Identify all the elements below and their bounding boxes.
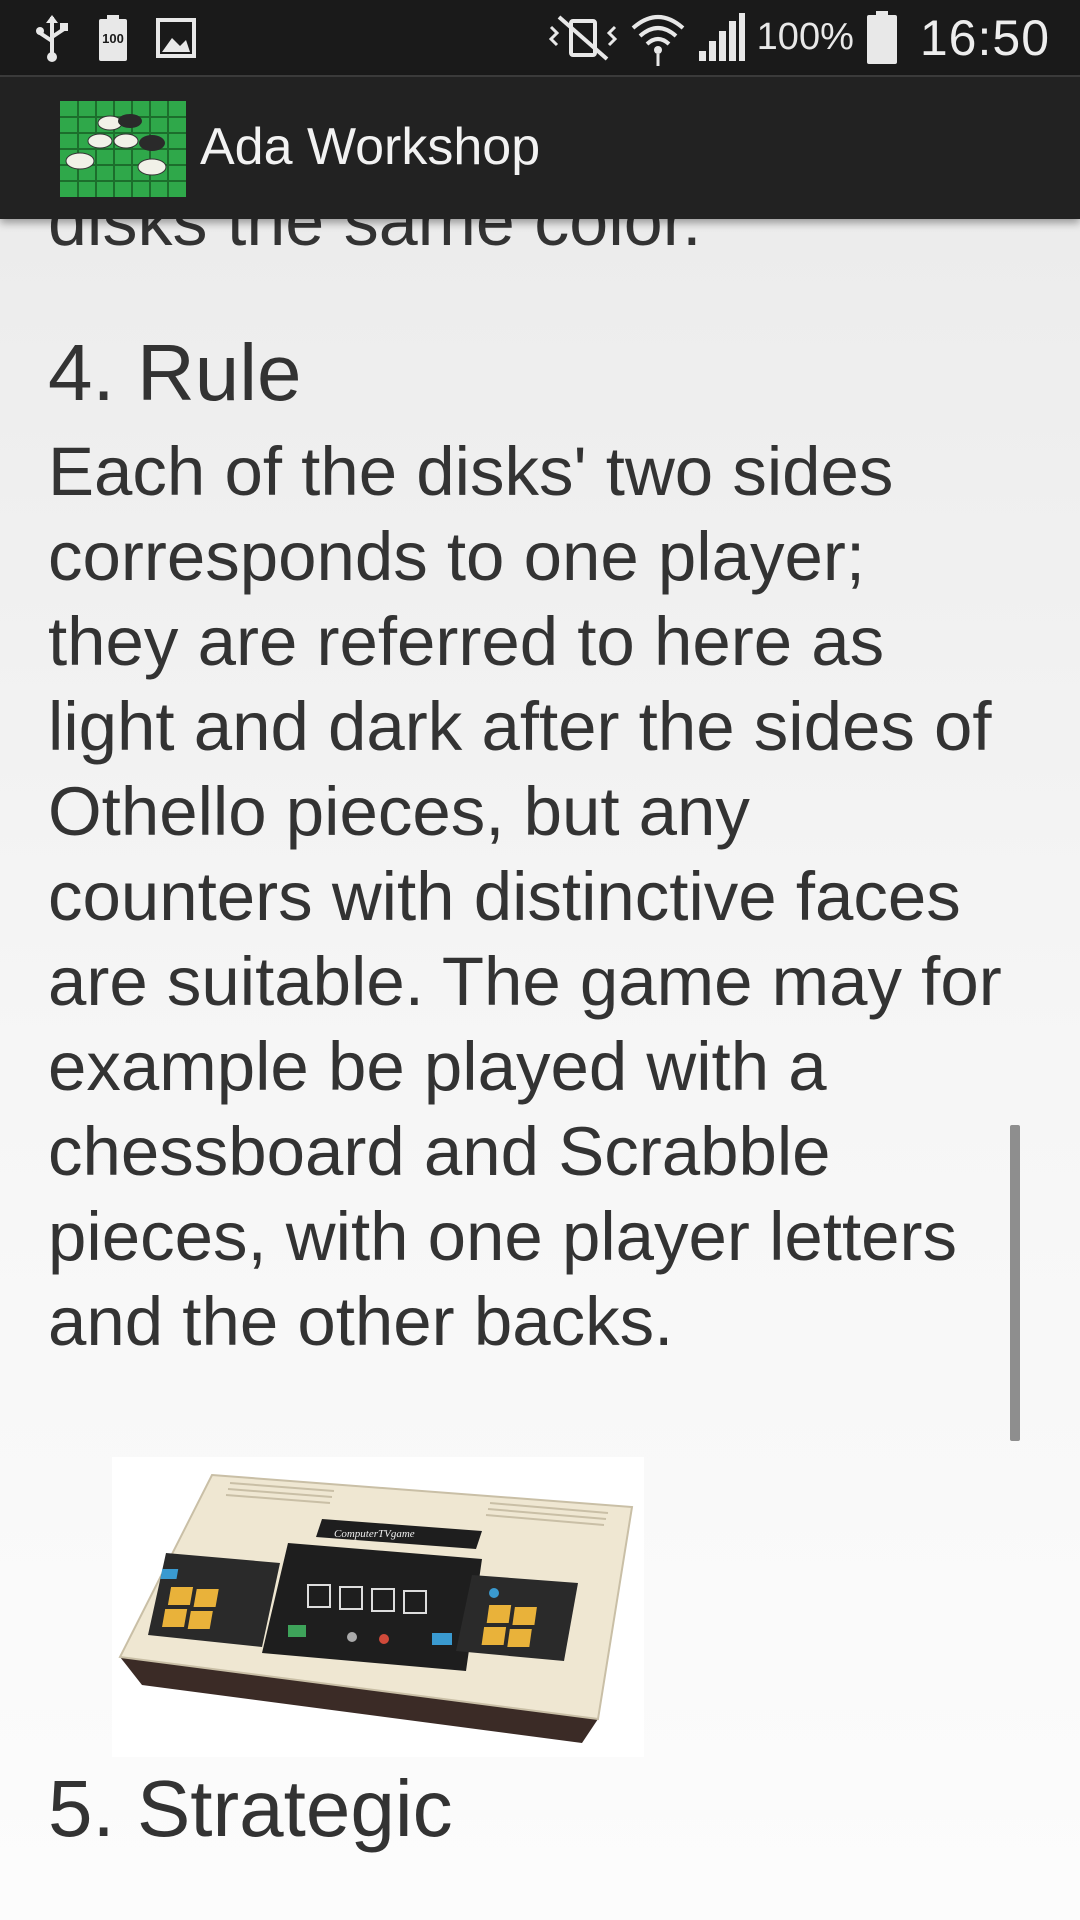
partial-previous-line: disks the same color. bbox=[48, 219, 702, 260]
section-body-rule: Each of the disks' two sides corresponds… bbox=[48, 433, 1002, 1360]
game-console-image: ComputerTVgame bbox=[112, 1457, 644, 1757]
battery-notification-label: 100 bbox=[102, 30, 124, 46]
article-content[interactable]: disks the same color. 4. Rule Each of th… bbox=[0, 219, 1080, 1920]
usb-icon bbox=[34, 13, 70, 63]
othello-board-icon[interactable] bbox=[60, 101, 186, 197]
section-heading-rule: 4. Rule bbox=[48, 328, 302, 417]
image-icon bbox=[156, 17, 196, 58]
signal-icon bbox=[697, 12, 745, 63]
wifi-icon bbox=[631, 10, 685, 66]
scrollbar[interactable] bbox=[1010, 1125, 1020, 1441]
clock: 16:50 bbox=[919, 9, 1050, 66]
battery-percent: 100% bbox=[756, 16, 854, 58]
vibrate-mute-icon bbox=[547, 13, 619, 63]
battery-100-notification-icon: 100 bbox=[98, 13, 128, 63]
battery-icon bbox=[866, 10, 898, 65]
console-brand-label: ComputerTVgame bbox=[334, 1528, 415, 1540]
app-title: Ada Workshop bbox=[200, 118, 541, 176]
section-heading-strategic: 5. Strategic bbox=[48, 1764, 453, 1853]
status-bar: 100 100% 16:50 bbox=[0, 0, 1080, 75]
action-bar: Ada Workshop bbox=[0, 75, 1080, 219]
